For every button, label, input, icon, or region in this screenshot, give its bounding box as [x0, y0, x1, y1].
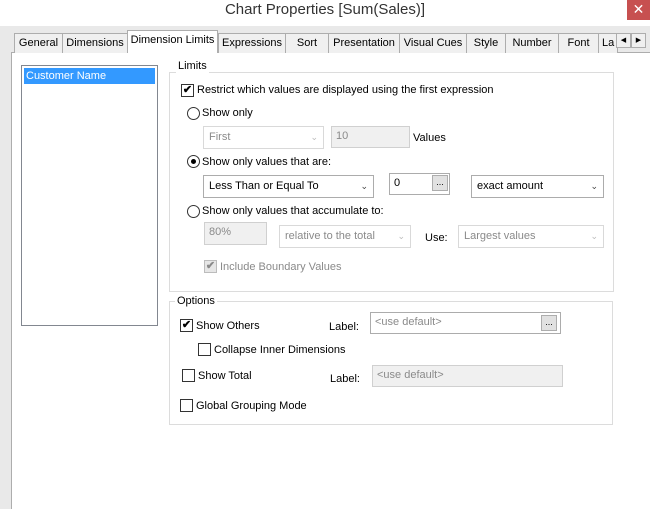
others-label-caption: Label: [329, 321, 359, 333]
global-grouping-label: Global Grouping Mode [196, 400, 307, 412]
restrict-checkbox[interactable]: ✔ [181, 84, 194, 97]
restrict-label: Restrict which values are displayed usin… [197, 84, 494, 96]
total-label-caption: Label: [330, 373, 360, 385]
chevron-down-icon: ⌄ [310, 132, 318, 142]
threshold-value: 0 [394, 177, 401, 189]
limits-legend: Limits [176, 60, 209, 73]
dropdown-value: exact amount [477, 180, 544, 192]
others-label-expression-button[interactable]: ... [541, 315, 557, 331]
chevron-down-icon: ⌄ [590, 231, 598, 241]
operator-dropdown[interactable]: Less Than or Equal To ⌄ [203, 175, 374, 198]
values-label: Values [413, 132, 446, 144]
tab-font[interactable]: Font [558, 33, 599, 53]
show-others-checkbox[interactable]: ✔ [180, 319, 193, 332]
list-item[interactable]: Customer Name [24, 68, 155, 84]
global-grouping-checkbox[interactable] [180, 399, 193, 412]
show-only-label: Show only [202, 107, 253, 119]
show-total-checkbox[interactable] [182, 369, 195, 382]
accumulate-percent-input[interactable]: 80% [204, 222, 267, 245]
collapse-inner-label: Collapse Inner Dimensions [214, 344, 346, 356]
dropdown-value: First [209, 131, 231, 143]
tab-presentation[interactable]: Presentation [328, 33, 400, 53]
include-boundary-checkbox[interactable]: ✔ [204, 260, 217, 273]
chevron-down-icon: ⌄ [360, 181, 368, 191]
tab-expressions[interactable]: Expressions [218, 33, 286, 53]
tab-scroll-right-icon[interactable]: ▶ [631, 33, 646, 48]
use-dropdown[interactable]: Largest values ⌄ [458, 225, 604, 248]
tab-general[interactable]: General [14, 33, 63, 53]
show-values-that-are-label: Show only values that are: [202, 156, 332, 168]
chevron-down-icon: ⌄ [590, 181, 598, 191]
tab-style[interactable]: Style [466, 33, 506, 53]
tab-layout[interactable]: La [598, 33, 618, 53]
tab-sort[interactable]: Sort [285, 33, 329, 53]
include-boundary-label: Include Boundary Values [220, 261, 342, 273]
chevron-down-icon: ⌄ [397, 231, 405, 241]
dropdown-value: Less Than or Equal To [209, 180, 319, 192]
show-only-dropdown[interactable]: First ⌄ [203, 126, 324, 149]
dimensions-list[interactable]: Customer Name [21, 65, 158, 326]
amount-mode-dropdown[interactable]: exact amount ⌄ [471, 175, 604, 198]
total-label-input[interactable]: <use default> [372, 365, 563, 387]
collapse-inner-checkbox[interactable] [198, 343, 211, 356]
close-button[interactable]: ✕ [627, 0, 650, 20]
tab-visual-cues[interactable]: Visual Cues [399, 33, 467, 53]
show-total-label: Show Total [198, 370, 252, 382]
accumulate-label: Show only values that accumulate to: [202, 205, 384, 217]
tab-dimensions[interactable]: Dimensions [62, 33, 128, 53]
others-label-input[interactable]: <use default> [370, 312, 561, 334]
relative-dropdown[interactable]: relative to the total ⌄ [279, 225, 411, 248]
show-values-that-are-radio[interactable] [187, 155, 200, 168]
tab-number[interactable]: Number [505, 33, 559, 53]
tab-scroll-left-icon[interactable]: ◀ [616, 33, 631, 48]
dropdown-value: relative to the total [285, 230, 375, 242]
accumulate-radio[interactable] [187, 205, 200, 218]
threshold-expression-button[interactable]: ... [432, 175, 448, 191]
show-others-label: Show Others [196, 320, 260, 332]
tab-dimension-limits[interactable]: Dimension Limits [127, 30, 218, 53]
dropdown-value: Largest values [464, 230, 536, 242]
options-legend: Options [175, 295, 217, 308]
window-title: Chart Properties [Sum(Sales)] [224, 1, 426, 18]
show-only-radio[interactable] [187, 107, 200, 120]
use-label: Use: [425, 232, 448, 244]
show-only-count-input[interactable]: 10 [331, 126, 410, 148]
